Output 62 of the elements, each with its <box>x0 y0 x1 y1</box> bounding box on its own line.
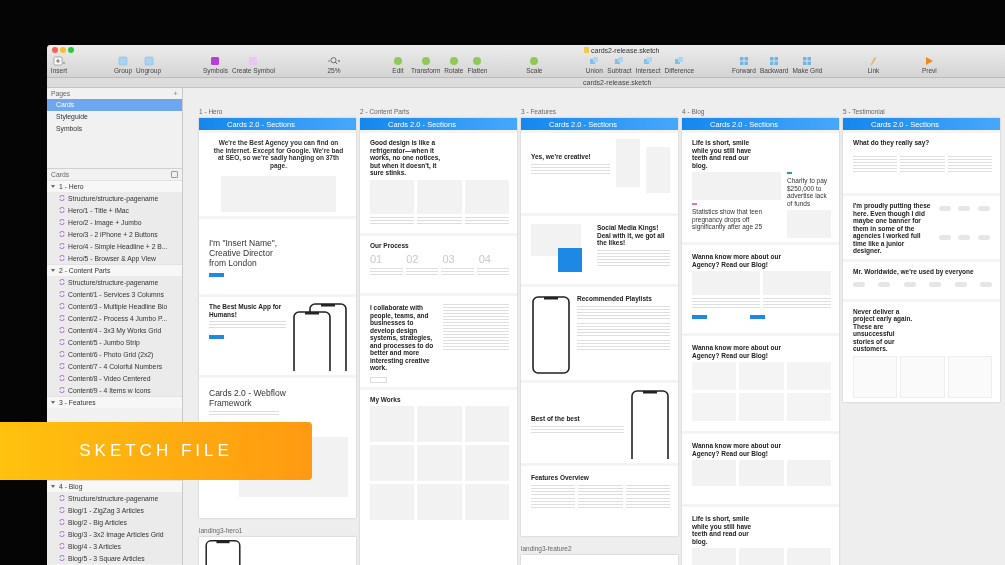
symbol-icon <box>59 495 65 501</box>
symbol-icon <box>59 351 65 357</box>
symbol-icon <box>59 315 65 321</box>
logo-placeholder <box>958 206 971 211</box>
shapes-icon <box>588 56 601 66</box>
icon-tile <box>558 248 582 272</box>
insert-icon <box>53 56 65 66</box>
symbol-icon <box>59 375 65 381</box>
symbol-icon <box>59 507 65 513</box>
symbol-icon <box>59 327 65 333</box>
disclosure-icon[interactable] <box>51 401 55 404</box>
arrange-icon <box>768 56 781 66</box>
shapes-icon <box>642 56 655 66</box>
symbol-icon <box>209 56 222 66</box>
symbol-icon <box>59 231 65 237</box>
section-heading: I'm "Insert Name", Creative Director from London <box>209 238 279 268</box>
shape-icon <box>471 56 484 66</box>
shapes-icon <box>613 56 626 66</box>
logo-placeholder <box>939 235 952 241</box>
logo-placeholder <box>958 235 971 241</box>
disclosure-icon[interactable] <box>51 269 55 272</box>
shape-icon <box>447 56 460 66</box>
section-heading: Cards 2.0 - Webflow Framework <box>209 388 287 408</box>
symbol-icon <box>59 531 65 537</box>
logo-placeholder <box>939 206 952 211</box>
logo-placeholder <box>954 282 967 287</box>
symbol-icon <box>59 387 65 393</box>
arrange-icon <box>737 56 750 66</box>
symbol-icon <box>59 219 65 225</box>
disclosure-icon[interactable] <box>51 185 55 188</box>
symbol-icon <box>59 195 65 201</box>
document-icon <box>584 47 589 53</box>
logo-placeholder <box>929 282 942 287</box>
shapes-icon <box>673 56 686 66</box>
layers-icon <box>142 56 155 66</box>
symbol-icon <box>59 519 65 525</box>
zoom-icon <box>327 56 340 66</box>
symbol-icon <box>59 291 65 297</box>
logo-placeholder <box>853 282 865 287</box>
shape-icon <box>419 56 432 66</box>
promo-banner: SKETCH FILE <box>0 422 312 480</box>
symbol-icon <box>59 339 65 345</box>
symbol-icon <box>59 255 65 261</box>
arrange-icon <box>801 56 814 66</box>
layers-icon <box>117 56 130 66</box>
logo-placeholder <box>977 206 990 211</box>
symbol-icon <box>59 363 65 369</box>
disclosure-icon[interactable] <box>51 485 55 488</box>
logo-placeholder <box>977 235 990 241</box>
logo-placeholder <box>979 282 992 287</box>
symbol-icon <box>59 303 65 309</box>
phone-drawing <box>630 389 670 459</box>
symbol-icon <box>59 543 65 549</box>
symbol-icon <box>59 207 65 213</box>
logo-placeholder <box>878 282 891 287</box>
symbol-icon <box>247 56 260 66</box>
symbol-icon <box>59 555 65 561</box>
shape-icon <box>391 56 404 66</box>
symbol-icon <box>59 243 65 249</box>
shape-icon <box>528 56 541 66</box>
symbol-icon <box>59 279 65 285</box>
logo-placeholder <box>903 282 916 287</box>
